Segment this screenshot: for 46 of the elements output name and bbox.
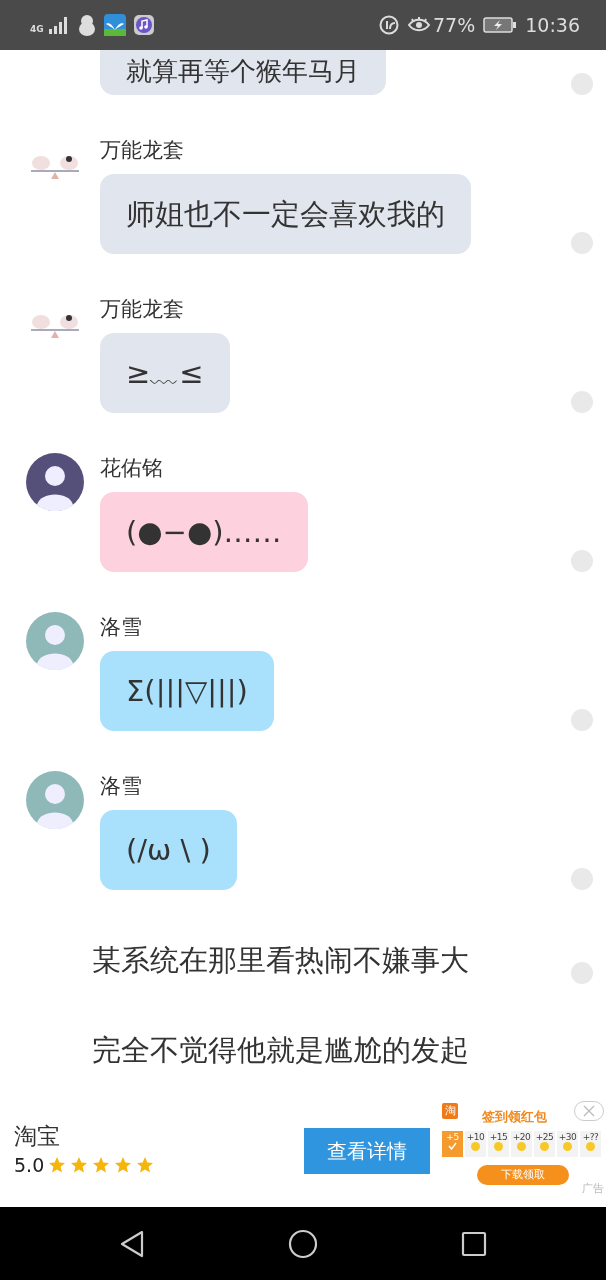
music-app-icon [133, 15, 154, 35]
message-bubble: Σ(|||▽|||) [100, 651, 274, 731]
narration-text: 完全不觉得他就是尴尬的发起 [92, 1032, 470, 1069]
app-name: 淘宝 [14, 1122, 61, 1151]
rating-value: 5.0 [14, 1152, 45, 1178]
message-bubble: 师姐也不一定会喜欢我的 [100, 174, 471, 254]
battery-icon [483, 16, 518, 34]
signal-icon [47, 16, 70, 34]
seesaw-avatar-icon [29, 153, 81, 181]
star-icon [114, 1155, 133, 1174]
star-icon [92, 1155, 111, 1174]
home-icon[interactable] [288, 1228, 318, 1259]
sender-name: 洛雪 [100, 773, 143, 800]
sender-name: 万能龙套 [100, 296, 185, 323]
recents-icon[interactable] [460, 1230, 487, 1257]
ad-label: 广告 [582, 1180, 604, 1197]
close-icon [583, 1105, 595, 1117]
download-button[interactable]: 下载领取 [477, 1164, 569, 1185]
logo-icon: 淘 [442, 1103, 458, 1119]
network-label: 4G [30, 25, 44, 34]
star-icon [48, 1155, 67, 1174]
day-reward: +15 [488, 1132, 509, 1142]
seesaw-avatar-icon [29, 312, 81, 340]
banner-title: 签到领红包 [482, 1108, 547, 1126]
message-bubble: ≥﹏≤ [100, 333, 230, 413]
sender-name: 花佑铭 [100, 455, 164, 482]
battery-percent: 77% [433, 12, 476, 38]
message-bubble: (●−●)…… [100, 492, 308, 572]
day-reward: +30 [557, 1132, 578, 1142]
details-button[interactable]: 查看详情 [304, 1128, 430, 1174]
sender-name: 万能龙套 [100, 137, 185, 164]
clock-time: 10:36 [525, 12, 580, 38]
message-bubble: (/ω \ ) [100, 810, 237, 890]
day-reward: +20 [511, 1132, 532, 1142]
message-bubble: 就算再等个猴年马月 [100, 50, 386, 95]
star-icon [70, 1155, 89, 1174]
day-reward: +25 [534, 1132, 555, 1142]
sender-name: 洛雪 [100, 614, 143, 641]
back-icon[interactable] [119, 1229, 146, 1258]
narration-text: 某系统在那里看热闹不嫌事大 [92, 942, 470, 979]
day-reward: +5 [445, 1132, 460, 1142]
eye-icon [407, 16, 431, 34]
sprout-app-icon [103, 14, 126, 36]
day-reward: +?? [581, 1132, 600, 1142]
star-icon [136, 1155, 155, 1174]
day-reward: +10 [465, 1132, 486, 1142]
